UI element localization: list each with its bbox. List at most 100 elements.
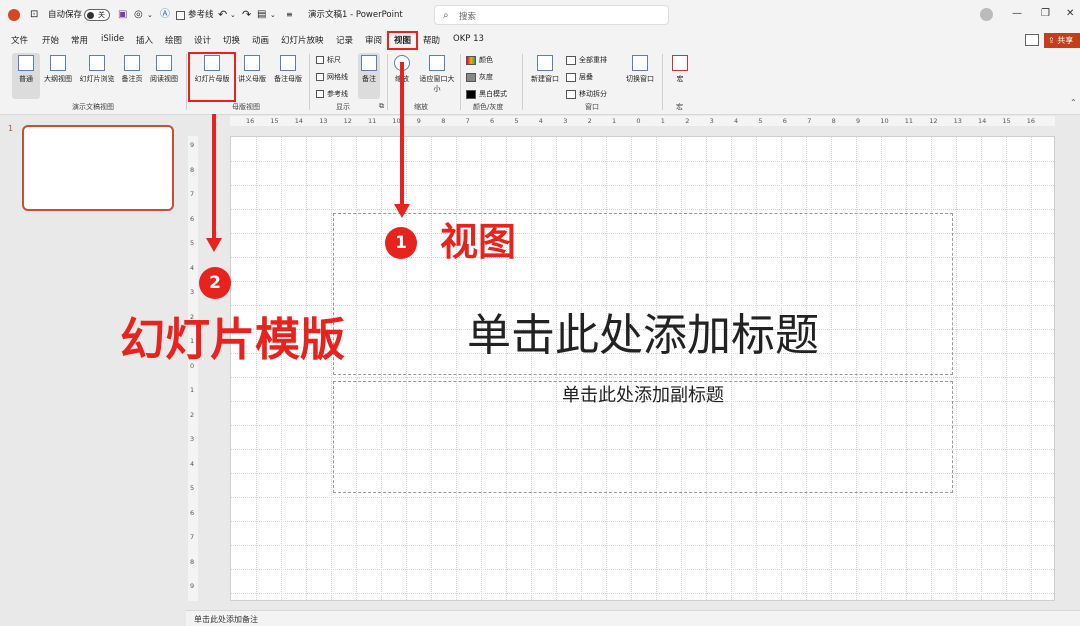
- slide-sorter-label: 幻灯片浏览: [79, 75, 115, 83]
- guides-checkbox-row[interactable]: 参考线: [316, 89, 348, 99]
- tab-home[interactable]: 开始: [42, 34, 59, 46]
- thumbnail-pane: 1: [0, 115, 186, 626]
- master-views-group-label: 母版视图: [232, 103, 260, 111]
- maximize-icon[interactable]: ❐: [1041, 8, 1050, 19]
- close-icon[interactable]: ✕: [1066, 8, 1074, 19]
- notes-placeholder: 单击此处添加备注: [194, 615, 258, 624]
- ruler-tick-label: 1: [612, 117, 617, 125]
- arrange-all-button[interactable]: 全部重排: [566, 55, 607, 65]
- collapse-ribbon-icon[interactable]: ⌃: [1070, 98, 1077, 107]
- new-window-button[interactable]: 新建窗口: [528, 53, 562, 84]
- tab-animations[interactable]: 动画: [252, 34, 269, 46]
- touch-mode-icon[interactable]: ◎: [134, 8, 143, 22]
- color-button[interactable]: 颜色: [466, 55, 493, 65]
- notes-button[interactable]: 备注: [358, 53, 380, 99]
- slide-master-highlight: [188, 52, 236, 102]
- slide-sorter-button[interactable]: 幻灯片浏览: [77, 53, 117, 84]
- handout-master-icon: [244, 55, 260, 71]
- handout-master-label: 讲义母版: [238, 75, 266, 83]
- ruler-tick-label: 6: [490, 117, 495, 125]
- autosave-toggle[interactable]: 关: [84, 9, 110, 21]
- tab-design[interactable]: 设计: [194, 34, 211, 46]
- tab-islide[interactable]: iSlide: [101, 34, 124, 44]
- black-white-icon: [466, 89, 476, 99]
- outline-view-icon: [50, 55, 66, 71]
- search-box[interactable]: ⌕ 搜索: [434, 5, 669, 25]
- chevron-down-icon[interactable]: ⌄: [270, 8, 276, 22]
- ruler-checkbox-row[interactable]: 标尺: [316, 55, 341, 65]
- share-button[interactable]: ⇪ 共享: [1044, 33, 1080, 48]
- ruler-tick-label: 3: [709, 117, 714, 125]
- ruler-tick-label: 13: [953, 117, 962, 125]
- move-split-button[interactable]: 移动拆分: [566, 89, 607, 99]
- ruler-tick-label: 8: [831, 117, 836, 125]
- cascade-button[interactable]: 层叠: [566, 72, 593, 82]
- powerpoint-app-icon: [8, 9, 20, 21]
- tab-transitions[interactable]: 切换: [223, 34, 240, 46]
- grayscale-button[interactable]: 灰度: [466, 72, 493, 82]
- slide-number: 1: [8, 124, 14, 133]
- subtitle-placeholder[interactable]: 单击此处添加副标题: [333, 381, 953, 493]
- notes-master-button[interactable]: 备注母版: [271, 53, 305, 84]
- tab-slideshow[interactable]: 幻灯片放映: [281, 34, 324, 46]
- ruler-tick-label: 3: [563, 117, 568, 125]
- comment-icon[interactable]: [1025, 34, 1039, 46]
- present-icon[interactable]: ⊡: [30, 8, 38, 22]
- macros-button[interactable]: 宏: [668, 53, 692, 84]
- normal-view-button[interactable]: 普通: [12, 53, 40, 99]
- ruler-tick-label: 8: [441, 117, 446, 125]
- tab-review[interactable]: 审阅: [365, 34, 382, 46]
- slide-canvas[interactable]: 单击此处添加标题 单击此处添加副标题: [230, 136, 1055, 601]
- fit-to-window-label: 适应窗口大小: [419, 75, 455, 93]
- tab-help[interactable]: 帮助: [423, 34, 440, 46]
- ref-lines-checkbox[interactable]: [176, 11, 185, 20]
- start-slideshow-icon[interactable]: ▤: [257, 8, 266, 22]
- undo-icon[interactable]: ↶: [218, 8, 227, 22]
- title-placeholder[interactable]: 单击此处添加标题: [333, 213, 953, 375]
- tab-okp[interactable]: OKP 13: [453, 34, 484, 44]
- vertical-ruler: 9876543210123456789: [188, 136, 198, 601]
- tab-draw[interactable]: 绘图: [165, 34, 182, 46]
- gridline: [256, 137, 257, 600]
- ruler-tick-label: 4: [734, 117, 739, 125]
- ruler-checkbox[interactable]: [316, 56, 324, 64]
- fit-to-window-button[interactable]: 适应窗口大小: [419, 53, 455, 94]
- tab-record[interactable]: 记录: [336, 34, 353, 46]
- ruler-tick-label: 9: [856, 117, 861, 125]
- black-white-button[interactable]: 黑白模式: [466, 89, 507, 99]
- chevron-down-icon[interactable]: ⌄: [147, 8, 153, 22]
- step-1-label: 视图: [440, 220, 517, 264]
- gridlines-checkbox[interactable]: [316, 73, 324, 81]
- save-icon[interactable]: ▣: [118, 8, 127, 22]
- dialog-launcher-icon[interactable]: ⧉: [379, 102, 384, 111]
- ruler-tick-label: 5: [758, 117, 763, 125]
- ruler-tick-label: 11: [904, 117, 914, 125]
- tab-common[interactable]: 常用: [71, 34, 88, 46]
- new-window-icon: [537, 55, 553, 71]
- cascade-label: 层叠: [579, 73, 593, 81]
- ruler-tick-label: 7: [190, 190, 195, 198]
- customize-qat-icon[interactable]: ≡: [286, 8, 293, 22]
- notes-pane[interactable]: 单击此处添加备注: [186, 610, 1080, 626]
- minimize-icon[interactable]: —: [1012, 8, 1022, 19]
- ruler-tick-label: 3: [190, 288, 195, 296]
- chevron-down-icon[interactable]: ⌄: [230, 8, 236, 22]
- handout-master-button[interactable]: 讲义母版: [235, 53, 269, 84]
- user-avatar[interactable]: [980, 8, 993, 21]
- ruler-tick-label: 10: [880, 117, 889, 125]
- notes-page-button[interactable]: 备注页: [119, 53, 145, 84]
- gridlines-checkbox-row[interactable]: 网格线: [316, 72, 348, 82]
- notes-label: 备注: [362, 75, 376, 83]
- outline-view-button[interactable]: 大纲视图: [41, 53, 75, 84]
- pres-views-group-label: 演示文稿视图: [72, 103, 114, 111]
- switch-window-button[interactable]: 切换窗口: [622, 53, 658, 84]
- redo-icon[interactable]: ↷: [242, 8, 251, 22]
- slide-thumbnail[interactable]: [22, 125, 174, 211]
- tab-insert[interactable]: 插入: [136, 34, 153, 46]
- tab-file[interactable]: 文件: [11, 34, 28, 46]
- autosave-label: 自动保存: [48, 10, 83, 20]
- guides-checkbox[interactable]: [316, 90, 324, 98]
- text-box-icon[interactable]: Ⓐ: [160, 8, 170, 22]
- switch-window-label: 切换窗口: [626, 75, 654, 83]
- reading-view-button[interactable]: 阅读视图: [147, 53, 181, 84]
